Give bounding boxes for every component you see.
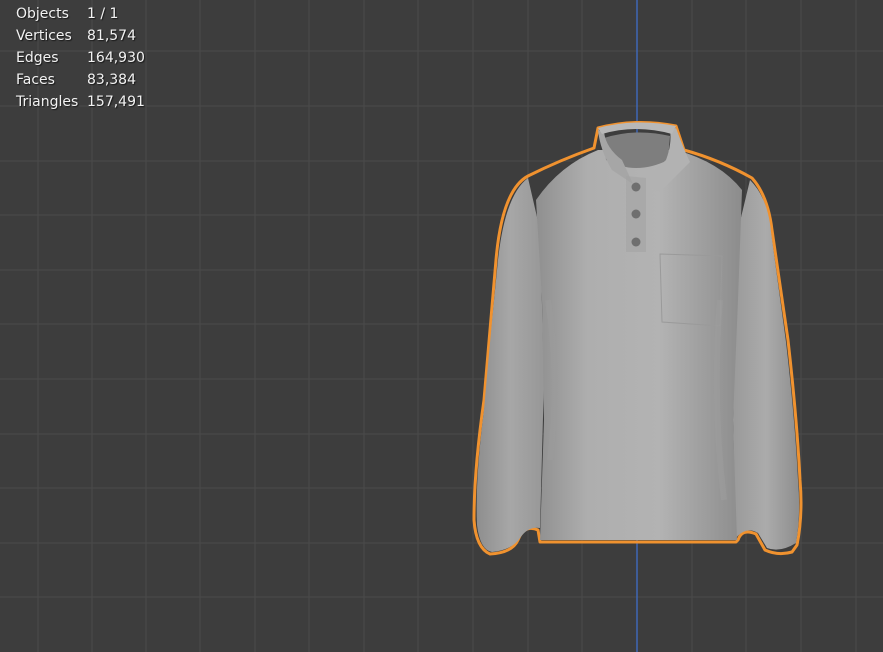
stat-row-faces: Faces 83,384: [16, 69, 145, 91]
stat-label: Vertices: [16, 28, 72, 44]
stat-label: Objects: [16, 6, 69, 22]
3d-viewport[interactable]: Objects 1 / 1 Vertices 81,574 Edges 164,…: [0, 0, 883, 652]
button-2: [631, 209, 641, 219]
stat-value: 1 / 1: [87, 6, 119, 22]
stat-value: 157,491: [87, 94, 145, 110]
stat-row-objects: Objects 1 / 1: [16, 3, 145, 25]
button-3: [631, 237, 641, 247]
stat-value: 164,930: [87, 50, 145, 66]
stat-label: Edges: [16, 50, 59, 66]
scene-statistics-overlay: Objects 1 / 1 Vertices 81,574 Edges 164,…: [16, 3, 145, 113]
stat-label: Triangles: [16, 94, 79, 110]
button-1: [631, 182, 641, 192]
stat-label: Faces: [16, 72, 55, 88]
stat-value: 83,384: [87, 72, 136, 88]
stat-row-edges: Edges 164,930: [16, 47, 145, 69]
stat-value: 81,574: [87, 28, 136, 44]
stat-row-vertices: Vertices 81,574: [16, 25, 145, 47]
stat-row-triangles: Triangles 157,491: [16, 91, 145, 113]
